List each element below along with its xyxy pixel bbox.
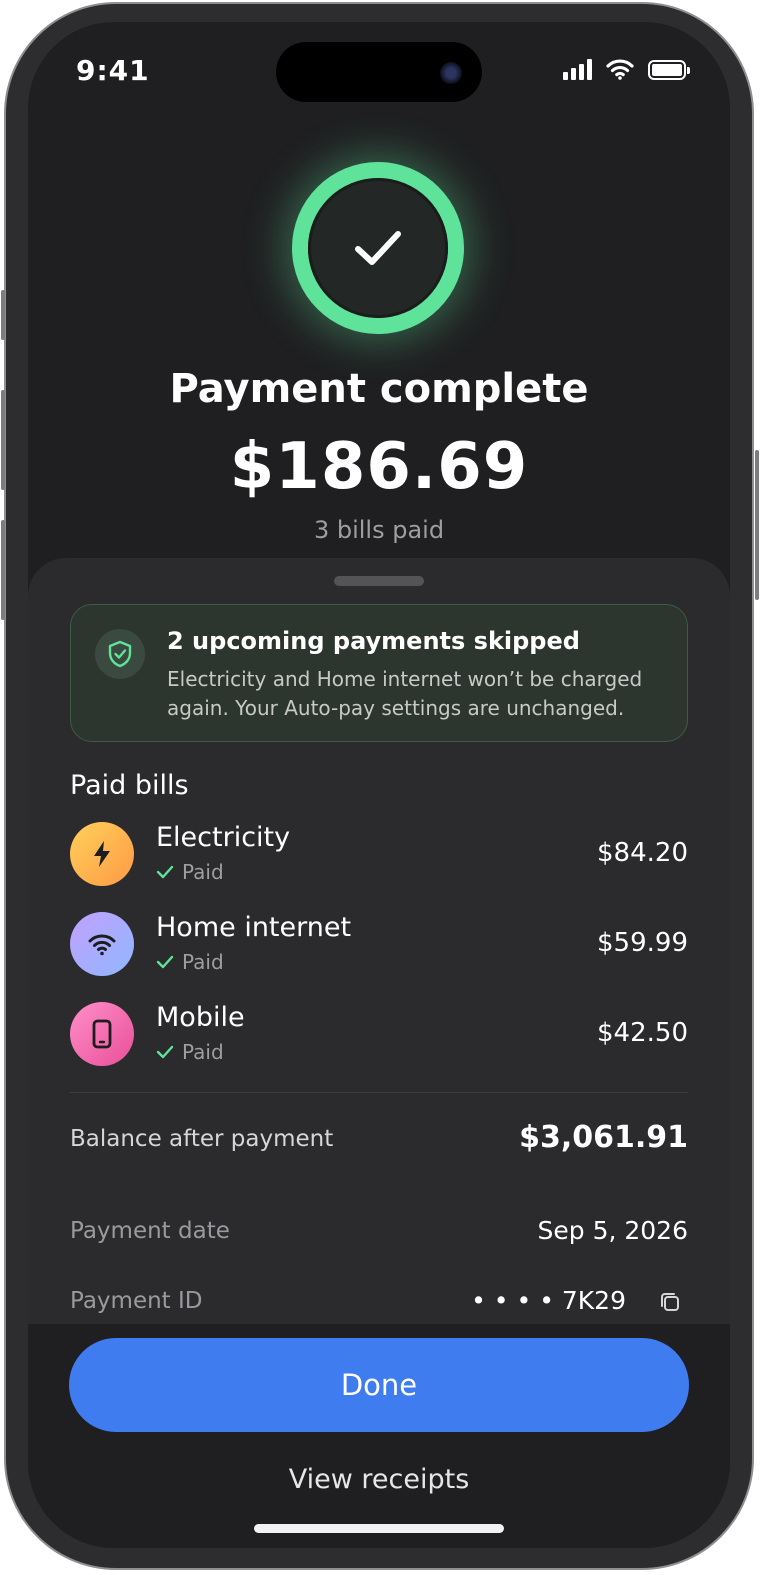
skipped-payments-notice: 2 upcoming payments skipped Electricity … [70, 604, 688, 742]
home-indicator[interactable] [254, 1524, 504, 1533]
mute-switch [1, 290, 5, 340]
check-small-icon [156, 955, 174, 969]
shield-check-icon [95, 629, 145, 679]
bill-status: Paid [156, 1040, 224, 1064]
wifi-status-icon [606, 59, 634, 80]
screen: 9:41 Payment complete $186.69 3 bills pa… [28, 22, 730, 1548]
bill-name: Mobile [156, 1002, 245, 1033]
bills-paid-count: 3 bills paid [313, 516, 445, 544]
payment-id-label: Payment ID [70, 1288, 203, 1314]
power-button [755, 450, 759, 600]
wifi-icon [70, 912, 134, 976]
bill-row-home-internet[interactable]: Home internet Paid $59.99 [70, 912, 688, 978]
payment-amount: $186.69 [229, 430, 529, 504]
paid-bills-heading: Paid bills [70, 770, 189, 801]
bill-status-label: Paid [182, 860, 224, 884]
bill-amount: $59.99 [597, 928, 688, 958]
balance-label: Balance after payment [70, 1126, 334, 1152]
cellular-signal-icon [563, 58, 592, 80]
divider [70, 1092, 688, 1093]
battery-icon [648, 60, 690, 80]
page-title: Payment complete [169, 366, 589, 412]
check-small-icon [156, 865, 174, 879]
bill-name: Electricity [156, 822, 291, 853]
bill-status: Paid [156, 860, 224, 884]
status-time: 9:41 [76, 54, 150, 87]
details-sheet: 2 upcoming payments skipped Electricity … [28, 558, 730, 1324]
checkmark-icon [355, 231, 401, 265]
bill-name: Home internet [156, 912, 352, 943]
notice-body: Electricity and Home internet won’t be c… [167, 667, 643, 720]
dynamic-island [276, 42, 482, 102]
bill-status-label: Paid [182, 950, 224, 974]
view-receipts-link[interactable]: View receipts [28, 1464, 730, 1495]
success-badge [292, 162, 464, 334]
phone-icon [70, 1002, 134, 1066]
bill-status-label: Paid [182, 1040, 224, 1064]
done-button[interactable]: Done [69, 1338, 689, 1432]
status-bar: 9:41 [28, 22, 730, 122]
copy-icon[interactable] [658, 1290, 682, 1314]
payment-id-value: • • • • 7K29 [471, 1286, 626, 1315]
balance-value: $3,061.91 [519, 1120, 688, 1155]
bill-amount: $84.20 [597, 838, 688, 868]
payment-date-label: Payment date [70, 1218, 230, 1244]
lightning-icon [70, 822, 134, 886]
check-small-icon [156, 1045, 174, 1059]
volume-up-button [1, 390, 5, 490]
volume-down-button [1, 520, 5, 620]
bill-amount: $42.50 [597, 1018, 688, 1048]
payment-date-value: Sep 5, 2026 [537, 1216, 689, 1245]
bill-status: Paid [156, 950, 224, 974]
status-icons [563, 58, 690, 80]
bill-row-electricity[interactable]: Electricity Paid $84.20 [70, 822, 688, 888]
bill-row-mobile[interactable]: Mobile Paid $42.50 [70, 1002, 688, 1068]
notice-title: 2 upcoming payments skipped [167, 627, 580, 655]
sheet-drag-handle[interactable] [334, 576, 424, 586]
camera-icon [440, 62, 462, 84]
footer: Done View receipts [28, 1324, 730, 1548]
